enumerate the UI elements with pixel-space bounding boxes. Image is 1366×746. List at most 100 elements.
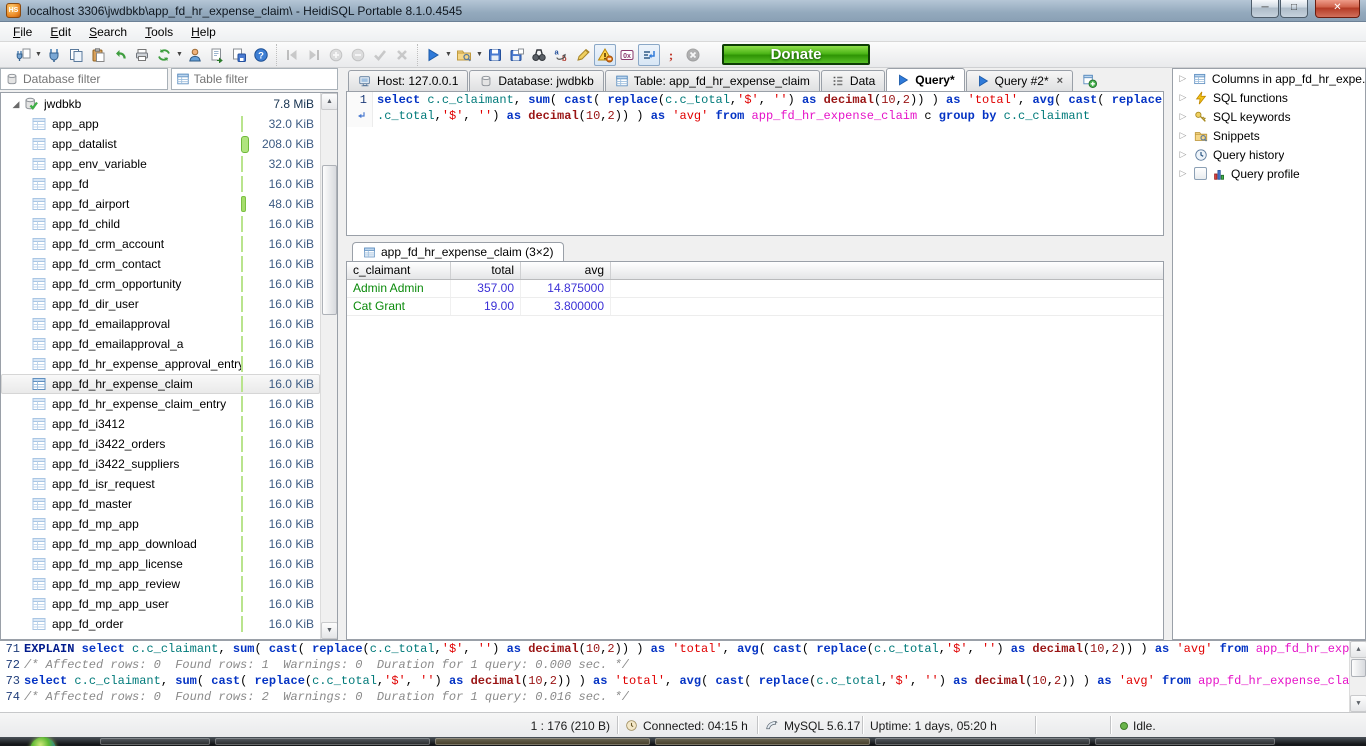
tree-table-row[interactable]: app_fd_child16.0 KiB xyxy=(1,214,320,234)
tab-host-127-0-0-1[interactable]: Host: 127.0.0.1 xyxy=(348,70,468,91)
print-button[interactable] xyxy=(131,44,153,66)
taskbar-button[interactable] xyxy=(875,738,1090,745)
tree-table-row[interactable]: app_fd_order16.0 KiB xyxy=(1,614,320,634)
reformat-button[interactable] xyxy=(572,44,594,66)
scroll-down-arrow-icon[interactable]: ▼ xyxy=(1350,695,1366,712)
grid-row[interactable]: Admin Admin357.0014.875000 xyxy=(347,280,1163,298)
menu-tools[interactable]: Tools xyxy=(136,23,182,41)
log-line[interactable]: 73select c.c_claimant, sum( cast( replac… xyxy=(0,673,1366,689)
tree-table-row[interactable]: app_fd_crm_opportunity16.0 KiB xyxy=(1,274,320,294)
tree-table-row[interactable]: app_fd_mp_app16.0 KiB xyxy=(1,514,320,534)
find-button[interactable] xyxy=(528,44,550,66)
tree-database-row[interactable]: ◢jwdbkb7.8 MiB xyxy=(1,94,320,114)
tree-table-row[interactable]: app_fd_isr_request16.0 KiB xyxy=(1,474,320,494)
export-database-button[interactable] xyxy=(206,44,228,66)
sql-editor[interactable]: 1select c.c_claimant, sum( cast( replace… xyxy=(346,91,1164,236)
session-manager-button[interactable] xyxy=(12,44,34,66)
log-scrollbar-thumb[interactable] xyxy=(1351,659,1366,677)
tab-table-app-fd-hr-expense-claim[interactable]: Table: app_fd_hr_expense_claim xyxy=(605,70,820,91)
disconnect-button[interactable] xyxy=(43,44,65,66)
tree-scrollbar[interactable]: ▲ ▼ xyxy=(320,93,337,639)
tree-table-row[interactable]: app_fd_airport48.0 KiB xyxy=(1,194,320,214)
refresh-button[interactable] xyxy=(153,44,175,66)
table-filter-input[interactable] xyxy=(194,72,334,86)
save-settings-button[interactable] xyxy=(228,44,250,66)
menu-help[interactable]: Help xyxy=(182,23,225,41)
tree-table-row[interactable]: app_app32.0 KiB xyxy=(1,114,320,134)
insert-record-button[interactable] xyxy=(325,44,347,66)
refresh-button-dropdown[interactable]: ▼ xyxy=(175,44,184,66)
post-changes-button[interactable] xyxy=(369,44,391,66)
tree-table-row[interactable]: app_fd16.0 KiB xyxy=(1,174,320,194)
tab-close-icon[interactable]: × xyxy=(1057,75,1063,87)
grid-cell[interactable]: Admin Admin xyxy=(347,280,451,297)
tree-table-row[interactable]: app_fd_mp_app_license16.0 KiB xyxy=(1,554,320,574)
tree-table-row[interactable]: app_fd_master16.0 KiB xyxy=(1,494,320,514)
menu-search[interactable]: Search xyxy=(80,23,136,41)
expander-collapsed-icon[interactable]: ▷ xyxy=(1177,73,1188,84)
load-sql-file-button[interactable] xyxy=(453,44,475,66)
bind-params-toggle[interactable] xyxy=(638,44,660,66)
stop-on-errors-toggle[interactable] xyxy=(594,44,616,66)
helper-query-profile[interactable]: ▷Query profile xyxy=(1173,164,1365,183)
tree-scrollbar-thumb[interactable] xyxy=(322,165,337,315)
tree-table-row[interactable]: app_fd_emailapproval16.0 KiB xyxy=(1,314,320,334)
grid-cell[interactable]: 19.00 xyxy=(451,298,521,315)
tab-database-jwdbkb[interactable]: Database: jwdbkb xyxy=(469,70,603,91)
helper-sql-functions[interactable]: ▷SQL functions xyxy=(1173,88,1365,107)
tree-table-row[interactable]: app_fd_crm_contact16.0 KiB xyxy=(1,254,320,274)
table-filter-box[interactable] xyxy=(171,68,339,90)
helper-sql-keywords[interactable]: ▷SQL keywords xyxy=(1173,107,1365,126)
new-query-tab-button[interactable] xyxy=(1082,73,1097,88)
log-line[interactable]: 72/* Affected rows: 0 Found rows: 1 Warn… xyxy=(0,657,1366,673)
save-sql-button[interactable] xyxy=(484,44,506,66)
log-line[interactable]: 71EXPLAIN select c.c_claimant, sum( cast… xyxy=(0,641,1366,657)
tree-table-row[interactable]: app_fd_mp_app_user16.0 KiB xyxy=(1,594,320,614)
taskbar-button[interactable] xyxy=(215,738,430,745)
grid-cell[interactable]: 14.875000 xyxy=(521,280,611,297)
grid-row[interactable]: Cat Grant19.003.800000 xyxy=(347,298,1163,316)
tab-query[interactable]: Query* xyxy=(886,68,964,91)
cancel-query-button[interactable] xyxy=(682,44,704,66)
start-orb-icon[interactable] xyxy=(30,737,56,746)
taskbar-button[interactable] xyxy=(655,738,870,745)
scroll-up-arrow-icon[interactable]: ▲ xyxy=(321,93,338,110)
close-button[interactable]: ✕ xyxy=(1315,0,1360,18)
tab-query-2[interactable]: Query #2*× xyxy=(966,70,1073,91)
run-query-button-dropdown[interactable]: ▼ xyxy=(444,44,453,66)
column-header-total[interactable]: total xyxy=(451,262,521,279)
query-profile-checkbox[interactable] xyxy=(1194,167,1207,180)
column-header-c_claimant[interactable]: c_claimant xyxy=(347,262,451,279)
tree-table-row[interactable]: app_fd_hr_expense_claim16.0 KiB xyxy=(1,374,320,394)
tree-table-row[interactable]: app_fd_crm_account16.0 KiB xyxy=(1,234,320,254)
expander-collapsed-icon[interactable]: ▷ xyxy=(1177,92,1189,103)
menu-file[interactable]: File xyxy=(4,23,41,41)
hex-literals-toggle[interactable]: 0x xyxy=(616,44,638,66)
last-record-button[interactable] xyxy=(303,44,325,66)
undo-button[interactable] xyxy=(109,44,131,66)
load-sql-file-button-dropdown[interactable]: ▼ xyxy=(475,44,484,66)
paste-button[interactable] xyxy=(87,44,109,66)
cancel-editing-button[interactable] xyxy=(391,44,413,66)
user-manager-button[interactable] xyxy=(184,44,206,66)
tree-table-row[interactable]: app_fd_hr_expense_claim_entry16.0 KiB xyxy=(1,394,320,414)
tab-data[interactable]: Data xyxy=(821,70,885,91)
tree-table-row[interactable]: app_datalist208.0 KiB xyxy=(1,134,320,154)
log-line[interactable]: 74/* Affected rows: 0 Found rows: 2 Warn… xyxy=(0,689,1366,705)
helper-snippets[interactable]: ▷Snippets xyxy=(1173,126,1365,145)
expander-expanded-icon[interactable]: ◢ xyxy=(9,99,23,110)
editor-line[interactable]: .c_total,'$', '') as decimal(10,2)) ) as… xyxy=(347,108,1163,127)
database-filter-input[interactable] xyxy=(23,72,163,86)
donate-button[interactable]: Donate xyxy=(722,44,870,65)
expander-collapsed-icon[interactable]: ▷ xyxy=(1177,130,1189,141)
expander-collapsed-icon[interactable]: ▷ xyxy=(1177,149,1189,160)
taskbar-button[interactable] xyxy=(100,738,210,745)
tree-table-row[interactable]: app_fd_hr_expense_approval_entry16.0 KiB xyxy=(1,354,320,374)
maximize-button[interactable]: □ xyxy=(1280,0,1308,18)
tree-table-row[interactable]: app_fd_mp_app_download16.0 KiB xyxy=(1,534,320,554)
help-button[interactable]: ? xyxy=(250,44,272,66)
tree-table-row[interactable]: app_fd_i3422_orders16.0 KiB xyxy=(1,434,320,454)
tree-table-row[interactable]: app_fd_dir_user16.0 KiB xyxy=(1,294,320,314)
tree-table-row[interactable]: app_env_variable32.0 KiB xyxy=(1,154,320,174)
result-tab[interactable]: app_fd_hr_expense_claim (3×2) xyxy=(352,242,564,261)
